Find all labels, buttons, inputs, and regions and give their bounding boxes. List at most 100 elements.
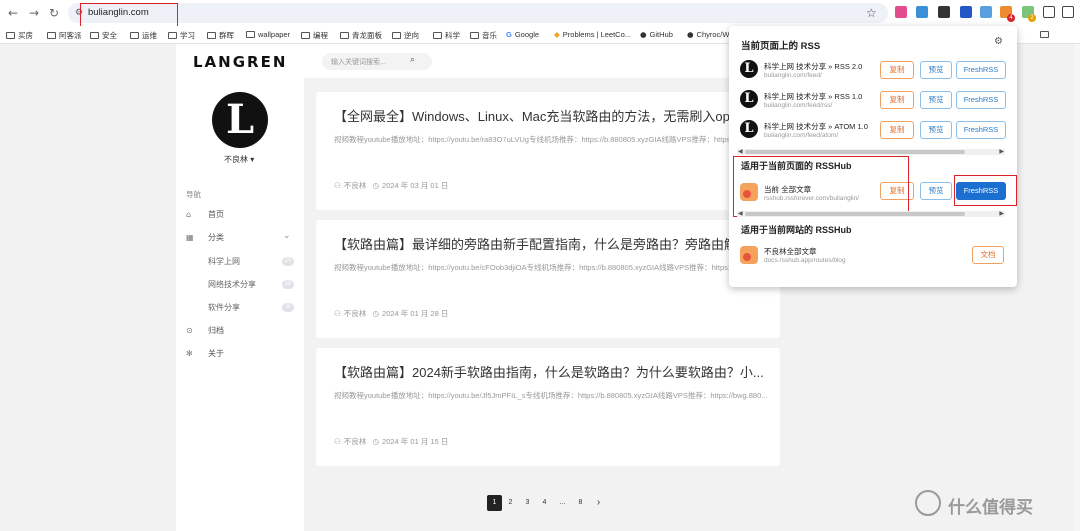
bookmark-folder[interactable]: 编程 <box>301 30 328 41</box>
grid-icon: ▦ <box>186 233 194 242</box>
archive-icon: ⊙ <box>186 326 193 335</box>
post-title[interactable]: 【全网最全】Windows、Linux、Mac充当软路由的方法，无需刷入open… <box>334 106 762 125</box>
forward-icon[interactable]: → <box>27 6 41 20</box>
reload-icon[interactable]: ↻ <box>47 6 61 20</box>
post-title[interactable]: 【软路由篇】2024新手软路由指南，什么是软路由？为什么要软路由？小... <box>334 362 764 381</box>
search-icon[interactable]: ⌕ <box>410 55 415 65</box>
clock-icon: ◷ <box>372 309 380 318</box>
page-ellipsis: ... <box>559 499 566 506</box>
section-title-site-rsshub: 适用于当前网站的 RSSHub <box>741 225 852 235</box>
copy-button[interactable]: 复制 <box>880 121 914 139</box>
bookmark-folder[interactable]: 群晖 <box>207 30 234 41</box>
horizontal-scrollbar[interactable]: ◀ ▶ <box>737 210 1005 217</box>
bookmark-folder[interactable]: 逆向 <box>392 30 419 41</box>
popup-title: 当前页面上的 RSS <box>741 41 821 52</box>
bookmark-folder[interactable]: wallpaper <box>246 30 290 39</box>
freshrss-button[interactable]: FreshRSS <box>956 121 1006 139</box>
bookmark-folder[interactable] <box>1040 30 1052 39</box>
post-meta: ⚇ 不良林 ◷ 2024 年 03 月 01 日 <box>334 181 449 190</box>
nav-heading: 导航 <box>186 190 201 199</box>
username[interactable]: 不良林 ▾ <box>224 154 254 165</box>
nav-item-about[interactable]: ✻ 关于 <box>186 348 224 359</box>
post-title[interactable]: 【软路由篇】最详细的旁路由新手配置指南，什么是旁路由？旁路由解决了什么问题 <box>334 234 780 253</box>
scroll-thumb[interactable] <box>745 150 965 154</box>
site-logo[interactable]: LANGREN <box>193 53 287 71</box>
post-card[interactable]: 【软路由篇】2024新手软路由指南，什么是软路由？为什么要软路由？小... 视频… <box>316 348 780 466</box>
bookmark-folder[interactable]: 科学 <box>433 30 460 41</box>
horizontal-scrollbar[interactable]: ◀ ▶ <box>737 148 1005 155</box>
bookmark-folder[interactable]: 运维 <box>130 30 157 41</box>
nav-item-home[interactable]: ⌂ 首页 <box>186 209 224 220</box>
nav-item-archive[interactable]: ⊙ 归档 <box>186 325 224 336</box>
preview-button[interactable]: 预览 <box>920 121 952 139</box>
scroll-right-icon[interactable]: ▶ <box>999 148 1004 155</box>
freshrss-button[interactable]: FreshRSS <box>956 61 1006 79</box>
post-card[interactable]: 【全网最全】Windows、Linux、Mac充当软路由的方法，无需刷入open… <box>316 92 780 210</box>
bookmark-folder[interactable]: 青龙面板 <box>340 30 382 41</box>
back-icon[interactable]: ← <box>6 6 20 20</box>
post-meta: ⚇ 不良林 ◷ 2024 年 01 月 28 日 <box>334 309 449 318</box>
extension-icon[interactable] <box>960 6 972 18</box>
chevron-down-icon[interactable]: ⌄ <box>283 231 291 241</box>
post-card[interactable]: 【软路由篇】最详细的旁路由新手配置指南，什么是旁路由？旁路由解决了什么问题 视频… <box>316 220 780 338</box>
post-excerpt: 视频教程youtube播放地址：https://youtu.be/cFOob3d… <box>334 263 769 272</box>
count-badge: 20 <box>282 257 294 266</box>
badge: 4 <box>1007 14 1015 22</box>
bookmark-folder[interactable]: 买房 <box>6 30 33 41</box>
address-bar[interactable] <box>68 3 888 23</box>
feed-icon: L <box>740 60 758 78</box>
count-badge: 20 <box>282 280 294 289</box>
bookmark-google[interactable]: G Google <box>506 30 539 39</box>
user-icon: ⚇ <box>334 309 341 318</box>
preview-button[interactable]: 预览 <box>920 91 952 109</box>
asterisk-icon: ✻ <box>186 349 193 358</box>
badge: 2 <box>1028 14 1036 22</box>
bookmark-folder[interactable]: 安全 <box>90 30 117 41</box>
scroll-left-icon[interactable]: ◀ <box>738 148 743 155</box>
highlight-box <box>733 156 909 217</box>
bookmark-leetcode[interactable]: ◆ Problems | LeetCo... <box>554 30 631 39</box>
preview-button[interactable]: 预览 <box>920 182 952 200</box>
scroll-left-icon[interactable]: ◀ <box>738 210 743 217</box>
page-button[interactable]: 1 <box>487 495 502 511</box>
scroll-thumb[interactable] <box>745 212 965 216</box>
page-button[interactable]: 8 <box>573 495 588 511</box>
docs-button[interactable]: 文档 <box>972 246 1004 264</box>
watermark-logo-icon <box>915 490 941 516</box>
puzzle-icon[interactable] <box>1043 6 1055 18</box>
page-button[interactable]: 3 <box>520 495 535 511</box>
bookmark-folder[interactable]: 阿客派 <box>47 30 82 41</box>
nav-item-category[interactable]: ▦ 分类 <box>186 232 224 243</box>
user-icon: ⚇ <box>334 181 341 190</box>
page-button[interactable]: 2 <box>503 495 518 511</box>
preview-button[interactable]: 预览 <box>920 61 952 79</box>
freshrss-button[interactable]: FreshRSS <box>956 91 1006 109</box>
category-item[interactable]: 科学上网 <box>208 256 240 267</box>
search-placeholder[interactable]: 输入关键词搜索... <box>331 57 386 67</box>
feed-url: bulianglin.com/feed/atom/ <box>764 132 839 139</box>
category-item[interactable]: 软件分享 <box>208 302 240 313</box>
page-button[interactable]: 4 <box>537 495 552 511</box>
copy-button[interactable]: 复制 <box>880 61 914 79</box>
panel-icon[interactable] <box>1062 6 1074 18</box>
bookmark-folder[interactable]: 学习 <box>168 30 195 41</box>
settings-icon[interactable]: ⚙ <box>994 36 1003 47</box>
feed-url: bulianglin.com/feed/rss/ <box>764 102 833 109</box>
scroll-right-icon[interactable]: ▶ <box>999 210 1004 217</box>
star-icon[interactable]: ☆ <box>866 6 877 20</box>
extension-icon[interactable] <box>980 6 992 18</box>
extension-icon[interactable] <box>938 6 950 18</box>
bookmark-folder[interactable]: 音乐 <box>470 30 497 41</box>
highlight-box <box>954 175 1017 206</box>
avatar[interactable]: L <box>212 92 268 148</box>
feed-name: 科学上网 技术分享 » RSS 2.0 <box>764 62 863 71</box>
extension-icon[interactable] <box>916 6 928 18</box>
extension-icon[interactable] <box>895 6 907 18</box>
bookmark-github[interactable]: ● GitHub <box>640 30 673 39</box>
category-item[interactable]: 网络技术分享 <box>208 279 256 290</box>
next-page-icon[interactable]: › <box>591 495 606 511</box>
feed-name: 不良林全部文章 <box>764 247 817 256</box>
copy-button[interactable]: 复制 <box>880 91 914 109</box>
feed-name: 科学上网 技术分享 » RSS 1.0 <box>764 92 863 101</box>
page-scrollbar[interactable] <box>1074 44 1080 531</box>
